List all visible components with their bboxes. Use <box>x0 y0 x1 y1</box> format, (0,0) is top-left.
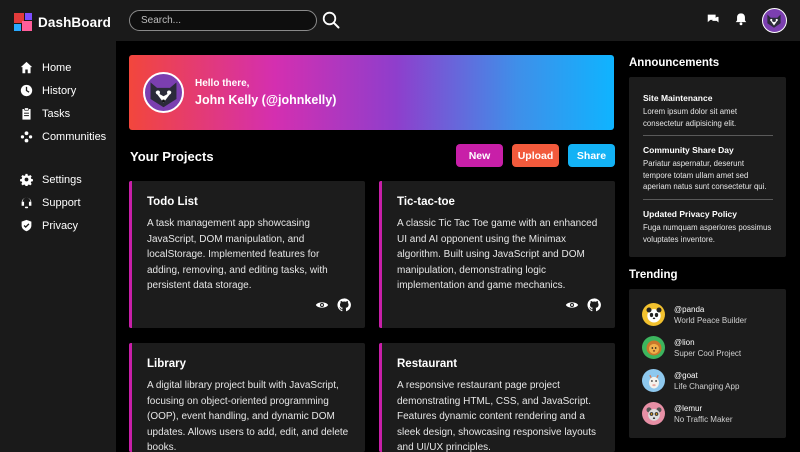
trending-project: Super Cool Project <box>674 348 742 358</box>
trending-title: Trending <box>629 269 678 281</box>
trending-item[interactable]: @goat Life Changing App <box>642 369 739 392</box>
sidebar-item-support[interactable]: Support <box>20 191 82 214</box>
trending-handle: @lemur <box>674 403 703 413</box>
trending-project: No Traffic Maker <box>674 414 733 424</box>
announcement-item[interactable]: Site Maintenance Lorem ipsum dolor sit a… <box>643 93 773 129</box>
sidebar-item-label: History <box>42 84 77 97</box>
project-card: Restaurant A responsive restaurant page … <box>379 343 615 452</box>
projects-title: Your Projects <box>130 149 214 164</box>
project-title: Restaurant <box>397 358 458 370</box>
panda-avatar <box>642 303 665 326</box>
trending-handle: @goat <box>674 370 698 380</box>
lemur-avatar <box>642 402 665 425</box>
new-button[interactable]: New <box>456 144 503 167</box>
announcements-title: Announcements <box>629 57 720 69</box>
user-avatar[interactable] <box>762 8 787 33</box>
project-card: Tic-tac-toe A classic Tic Tac Toe game w… <box>379 181 615 328</box>
divider <box>643 135 773 136</box>
trending-project: World Peace Builder <box>674 315 747 325</box>
sidebar-item-label: Communities <box>42 130 107 143</box>
chat-icon[interactable] <box>706 12 720 26</box>
announcement-item[interactable]: Updated Privacy Policy Fuga numquam aspe… <box>643 209 773 245</box>
project-title: Todo List <box>147 196 198 208</box>
project-description: A classic Tic Tac Toe game with an enhan… <box>397 218 598 292</box>
upload-button[interactable]: Upload <box>512 144 559 167</box>
announcement-item[interactable]: Community Share Day Pariatur aspernatur,… <box>643 145 773 193</box>
trending-handle: @lion <box>674 337 695 347</box>
sidebar-item-communities[interactable]: Communities <box>20 125 106 148</box>
announcement-body: Pariatur aspernatur, deserunt tempore to… <box>643 159 767 191</box>
sidebar-nav-bottom: Settings Support Privacy <box>20 168 82 237</box>
app-title: DashBoard <box>38 14 111 30</box>
goat-avatar <box>642 369 665 392</box>
sidebar-item-label: Privacy <box>42 219 79 232</box>
communities-icon <box>20 130 33 143</box>
trending-project: Life Changing App <box>674 381 740 391</box>
top-header <box>116 0 800 41</box>
sidebar-item-privacy[interactable]: Privacy <box>20 214 82 237</box>
sidebar: DashBoard Home History Tasks Communities… <box>0 0 116 452</box>
history-icon <box>20 84 33 97</box>
project-title: Tic-tac-toe <box>397 196 455 208</box>
announcement-title: Community Share Day <box>643 145 734 155</box>
home-icon <box>20 61 33 74</box>
welcome-banner: Hello there, John Kelly (@johnkelly) <box>129 55 614 130</box>
sidebar-item-tasks[interactable]: Tasks <box>20 102 106 125</box>
sidebar-item-home[interactable]: Home <box>20 56 106 79</box>
trending-item[interactable]: @lemur No Traffic Maker <box>642 402 733 425</box>
divider <box>643 199 773 200</box>
trending-handle: @panda <box>674 304 705 314</box>
sidebar-item-history[interactable]: History <box>20 79 106 102</box>
support-icon <box>20 196 33 209</box>
user-name: John Kelly (@johnkelly) <box>195 93 337 107</box>
sidebar-item-label: Home <box>42 61 72 74</box>
sidebar-item-label: Support <box>42 196 81 209</box>
project-title: Library <box>147 358 186 370</box>
announcement-title: Site Maintenance <box>643 93 713 103</box>
trending-item[interactable]: @panda World Peace Builder <box>642 303 747 326</box>
profile-avatar[interactable] <box>143 72 184 113</box>
trending-item[interactable]: @lion Super Cool Project <box>642 336 741 359</box>
sidebar-item-label: Tasks <box>42 107 71 120</box>
project-description: A responsive restaurant page project dem… <box>397 380 596 452</box>
search-input[interactable] <box>129 10 317 31</box>
shield-icon <box>20 219 33 232</box>
search-icon[interactable] <box>322 11 340 29</box>
github-icon[interactable] <box>337 298 351 312</box>
app-logo[interactable]: DashBoard <box>14 13 111 31</box>
tasks-icon <box>20 107 33 120</box>
project-card: Todo List A task management app showcasi… <box>129 181 365 328</box>
sidebar-nav-main: Home History Tasks Communities <box>20 56 106 148</box>
sidebar-item-label: Settings <box>42 173 82 186</box>
announcement-body: Lorem ipsum dolor sit amet consectetur a… <box>643 107 738 128</box>
welcome-greeting: Hello there, <box>195 78 250 89</box>
announcement-title: Updated Privacy Policy <box>643 209 738 219</box>
sidebar-item-settings[interactable]: Settings <box>20 168 82 191</box>
eye-icon[interactable] <box>565 298 579 312</box>
share-button[interactable]: Share <box>568 144 615 167</box>
gear-icon <box>20 173 33 186</box>
bell-icon[interactable] <box>734 12 748 26</box>
announcements-panel: Site Maintenance Lorem ipsum dolor sit a… <box>629 77 786 257</box>
project-description: A task management app showcasing JavaScr… <box>147 218 328 292</box>
eye-icon[interactable] <box>315 298 329 312</box>
github-icon[interactable] <box>587 298 601 312</box>
trending-panel: @panda World Peace Builder @lion Super C… <box>629 289 786 438</box>
project-card: Library A digital library project built … <box>129 343 365 452</box>
project-description: A digital library project built with Jav… <box>147 380 349 452</box>
announcement-body: Fuga numquam asperiores possimus volupta… <box>643 223 772 244</box>
lion-avatar <box>642 336 665 359</box>
logo-icon <box>14 13 32 31</box>
